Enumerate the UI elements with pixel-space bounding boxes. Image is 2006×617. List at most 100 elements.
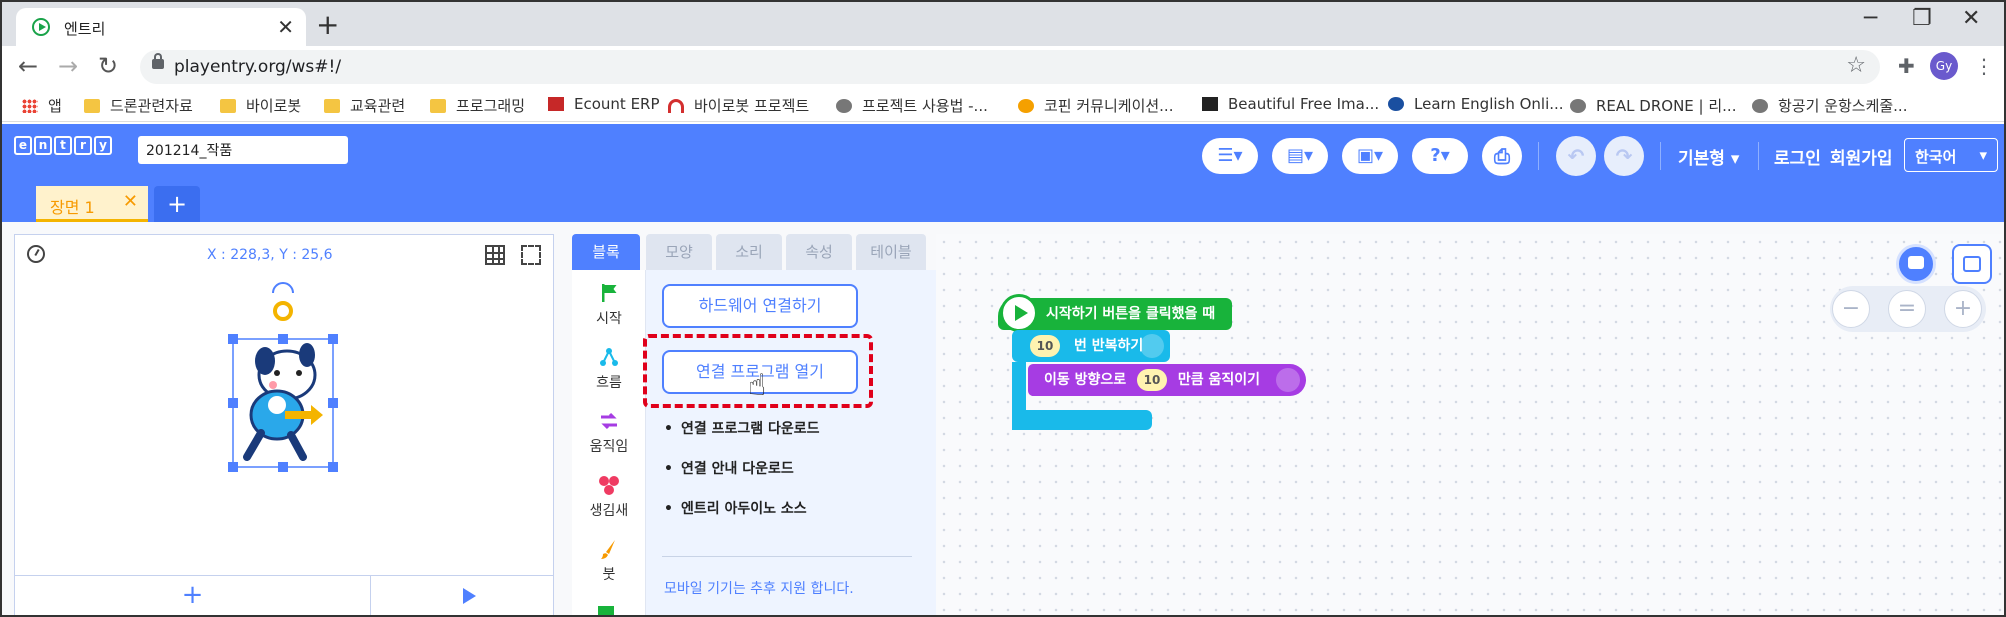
url-bar[interactable]: playentry.org/ws#!/ ☆ (140, 50, 1880, 84)
download-guide-link[interactable]: 연결 안내 다운로드 (664, 458, 794, 478)
signup-link[interactable]: 회원가입 (1830, 144, 1893, 169)
backpack-button[interactable] (1952, 244, 1992, 284)
close-scene-icon[interactable]: ✕ (123, 191, 138, 212)
category-looks[interactable]: 생김새 (572, 474, 646, 520)
category-motion[interactable]: 움직임 (572, 410, 646, 456)
chevron-down-icon: ▾ (1979, 146, 1987, 164)
comment-icon (1908, 256, 1924, 269)
repeat-block[interactable]: 10 번 반복하기 (1012, 330, 1170, 362)
bookmark-drone[interactable]: REAL DRONE | 리... (1570, 95, 1736, 116)
hardware-connect-button[interactable]: 하드웨어 연결하기 (662, 284, 858, 328)
new-tab-icon[interactable]: + (316, 8, 339, 41)
window-close-icon[interactable]: ✕ (1962, 6, 1980, 31)
category-flow[interactable]: 흐름 (572, 346, 646, 392)
bookmark-star-icon[interactable]: ☆ (1846, 53, 1866, 78)
byrobot-icon (668, 99, 684, 113)
move-forward-block[interactable]: 이동 방향으로 10 만큼 움직이기 (1028, 364, 1306, 396)
print-button[interactable]: ⎙ (1482, 136, 1522, 176)
bookmark-ecount[interactable]: Ecount ERP (548, 95, 660, 113)
browser-tab[interactable]: 엔트리 ✕ (16, 8, 306, 46)
bookmark-globe[interactable]: 프로젝트 사용법 -... (836, 95, 988, 116)
bookmark-english[interactable]: Learn English Onli... (1388, 95, 1564, 113)
mode-dropdown[interactable]: 기본형 ▾ (1678, 144, 1739, 169)
logo-letter: e (14, 136, 32, 155)
bookmark-copin[interactable]: 코핀 커뮤니케이션... (1018, 95, 1173, 116)
logo-letter: r (74, 136, 92, 155)
language-select[interactable]: 한국어 ▾ (1904, 138, 1998, 172)
zoom-reset-button[interactable]: = (1888, 290, 1926, 328)
folder-icon (324, 99, 340, 113)
forward-icon[interactable]: → (58, 52, 78, 80)
bookmark-flight[interactable]: 항공기 운항스케줄... (1752, 95, 1907, 116)
move-block-suffix: 만큼 움직이기 (1177, 372, 1261, 388)
close-tab-icon[interactable]: ✕ (277, 15, 294, 39)
bookmarks-bar: 앱 드론관련자료 바이로봇 교육관련 프로그래밍 Ecount ERP 바이로봇… (2, 88, 2004, 122)
project-name-input[interactable] (138, 136, 348, 164)
restore-icon[interactable]: ❐ (1912, 6, 1932, 31)
minimize-icon[interactable]: ─ (1864, 6, 1877, 31)
help-menu-button[interactable]: ?▾ (1412, 138, 1468, 174)
lock-icon (152, 53, 164, 69)
category-brush[interactable]: 붓 (572, 538, 646, 584)
grid-icon[interactable] (485, 245, 505, 265)
folder-icon (430, 99, 446, 113)
tab-blocks[interactable]: 블록 (572, 234, 640, 270)
category-start[interactable]: 시작 (572, 282, 646, 328)
bookmark-byrobot[interactable]: 바이로봇 프로젝트 (668, 95, 809, 116)
tab-shapes[interactable]: 모양 (646, 234, 712, 270)
undo-button[interactable]: ↶ (1556, 136, 1596, 176)
zoom-in-button[interactable]: + (1944, 290, 1982, 328)
speed-gauge-icon[interactable] (27, 245, 45, 263)
zoom-out-button[interactable]: − (1832, 290, 1870, 328)
scene-tab[interactable]: 장면 1 ✕ (36, 186, 148, 222)
tab-properties[interactable]: 속성 (786, 234, 852, 270)
when-start-clicked-block[interactable]: 시작하기 버튼을 클릭했을 때 (998, 294, 1232, 332)
entry-bot-sprite[interactable] (15, 275, 553, 575)
arduino-source-link[interactable]: 엔트리 아두이노 소스 (664, 498, 807, 518)
bookmark-freepik[interactable]: Beautiful Free Ima... (1202, 95, 1379, 113)
next-category-icon (598, 606, 614, 615)
back-icon[interactable]: ← (18, 52, 38, 80)
hand-cursor-icon: ☝ (748, 368, 767, 403)
comment-button[interactable] (1896, 244, 1936, 284)
move-distance-input[interactable]: 10 (1137, 369, 1168, 391)
login-link[interactable]: 로그인 (1774, 144, 1821, 169)
looks-icon (599, 476, 619, 495)
bookmark-folder[interactable]: 교육관련 (324, 95, 405, 116)
extensions-icon[interactable]: ✚ (1898, 54, 1915, 78)
redo-button[interactable]: ↷ (1604, 136, 1644, 176)
tab-tables[interactable]: 테이블 (856, 234, 926, 270)
english-site-icon (1388, 97, 1404, 111)
add-object-button[interactable]: + (15, 576, 371, 615)
add-scene-button[interactable]: + (154, 186, 200, 222)
download-connector-link[interactable]: 연결 프로그램 다운로드 (664, 418, 820, 438)
reload-icon[interactable]: ↻ (98, 52, 118, 80)
tab-title: 엔트리 (64, 20, 106, 38)
stage-canvas[interactable] (15, 275, 553, 575)
profile-avatar[interactable]: Gy (1930, 52, 1958, 80)
fullscreen-icon[interactable] (521, 245, 541, 265)
url-text: playentry.org/ws#!/ (174, 57, 342, 77)
entry-favicon-icon (32, 18, 50, 36)
entry-logo[interactable]: e n t r y (14, 136, 112, 155)
header-divider (1660, 142, 1661, 170)
play-icon[interactable] (463, 588, 476, 604)
ecount-icon (548, 97, 564, 111)
script-canvas[interactable]: − = + 시작하기 버튼을 클릭했을 때 10 번 반복하기 이동 방향으로 … (936, 234, 2002, 615)
chrome-menu-icon[interactable]: ⋮ (1974, 54, 1994, 78)
tab-sounds[interactable]: 소리 (716, 234, 782, 270)
file-menu-button[interactable]: ▤▾ (1272, 138, 1328, 174)
save-menu-button[interactable]: ▣▾ (1342, 138, 1398, 174)
bookmark-apps[interactable]: 앱 (22, 95, 62, 116)
folder-icon (220, 99, 236, 113)
bookmark-folder[interactable]: 드론관련자료 (84, 95, 193, 116)
start-block-label: 시작하기 버튼을 클릭했을 때 (1046, 306, 1216, 322)
bookmark-folder[interactable]: 프로그래밍 (430, 95, 525, 116)
mobile-support-note: 모바일 기기는 추후 지원 합니다. (664, 581, 854, 597)
repeat-count-input[interactable]: 10 (1030, 335, 1060, 357)
repeat-block-label: 번 반복하기 (1074, 338, 1144, 354)
pointer-coordinates: X : 228,3, Y : 25,6 (207, 247, 333, 263)
entry-header: e n t r y ☰▾ ▤▾ ▣▾ ?▾ ⎙ ↶ ↷ 기본형 ▾ 로그인 회원… (2, 124, 2004, 222)
bookmark-folder[interactable]: 바이로봇 (220, 95, 301, 116)
project-menu-button[interactable]: ☰▾ (1202, 138, 1258, 174)
